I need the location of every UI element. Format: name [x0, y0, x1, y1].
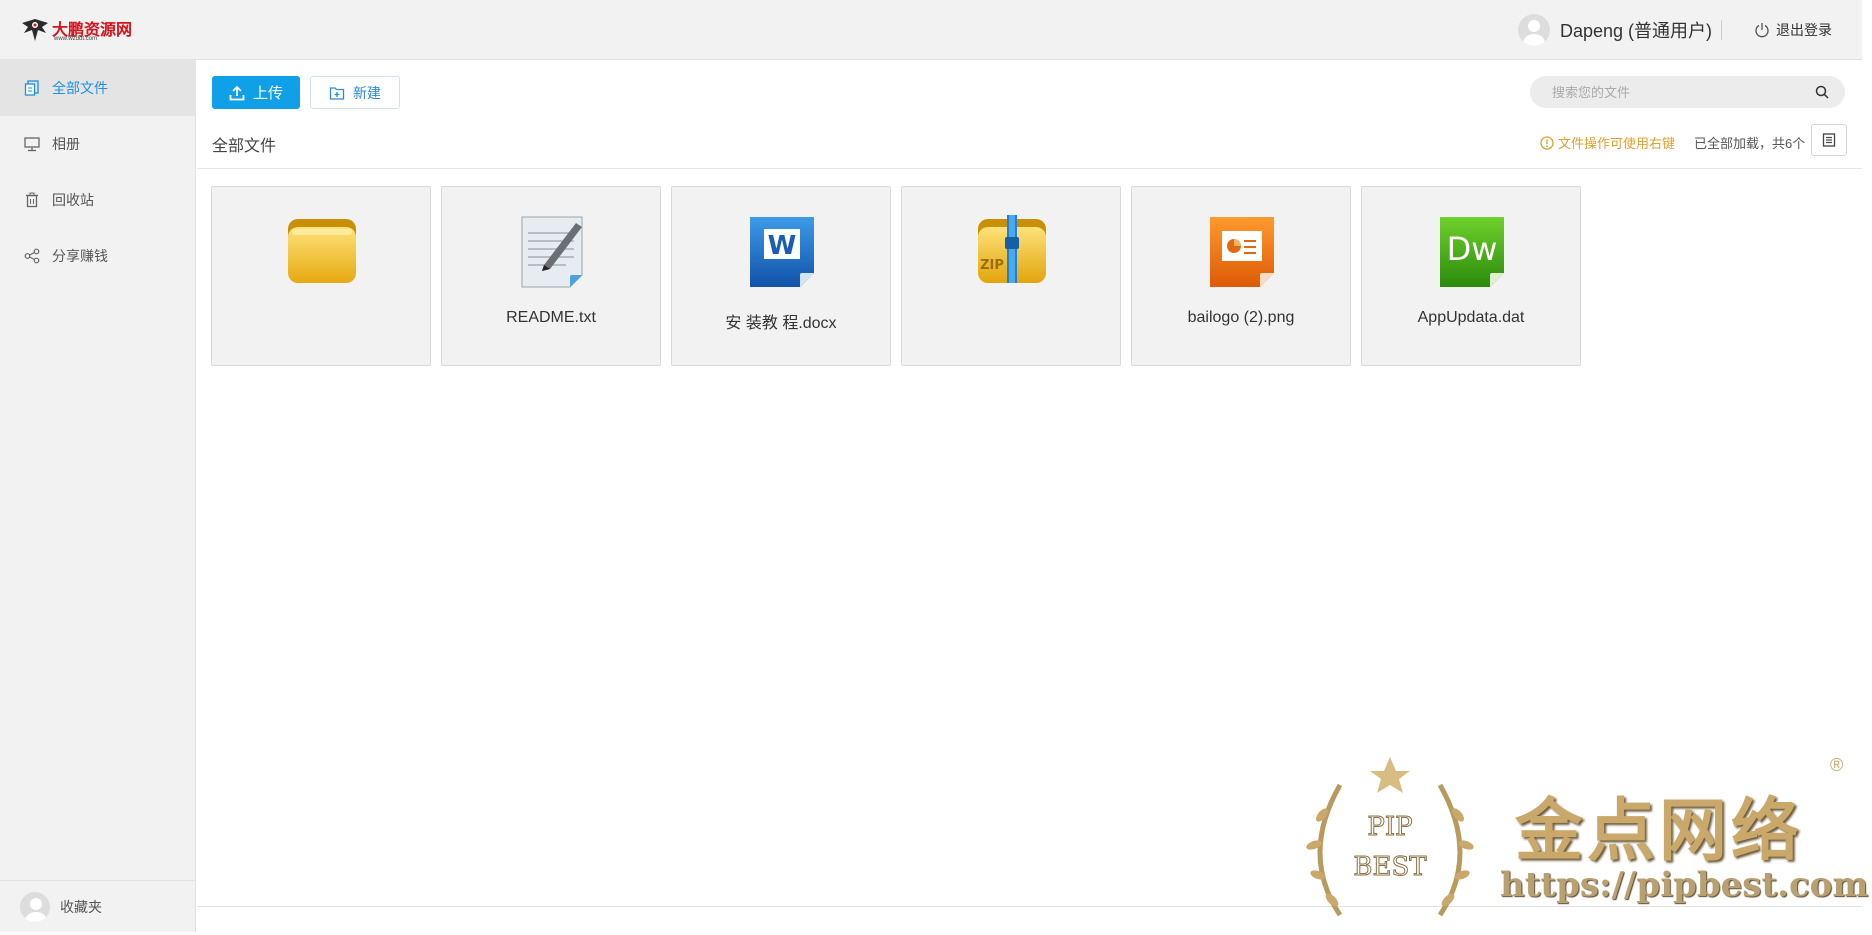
main-panel: 上传 新建 全部文件 文件操作可使用右键 已全部加载，共6个: [197, 60, 1862, 932]
upload-icon: [229, 85, 245, 100]
logout-button[interactable]: 退出登录: [1754, 20, 1832, 40]
file-card[interactable]: Dw AppUpdata.dat: [1361, 186, 1581, 366]
favorites-link[interactable]: 收藏夹: [0, 880, 195, 932]
upload-label: 上传: [252, 85, 283, 102]
share-icon: [24, 248, 40, 264]
divider: [197, 168, 1862, 169]
monitor-icon: [24, 136, 40, 152]
avatar: [20, 891, 50, 922]
upload-button[interactable]: 上传: [212, 76, 300, 109]
file-card[interactable]: ZIP: [901, 186, 1121, 366]
presentation-file-icon: [1210, 217, 1274, 287]
loaded-count: 已全部加载，共6个: [1694, 136, 1806, 151]
text-file-icon: [521, 216, 583, 288]
new-folder-icon: [329, 86, 345, 100]
file-grid: README.txt W 安 装教 程.docx ZIP bailogo (2)…: [211, 186, 1581, 366]
view-toggle-button[interactable]: [1811, 124, 1847, 156]
files-icon: [24, 80, 40, 96]
file-name: bailogo (2).png: [1187, 309, 1295, 326]
word-file-icon: W: [750, 217, 814, 287]
list-view-icon: [1822, 133, 1836, 147]
sidebar-item-all-files[interactable]: 全部文件: [0, 60, 195, 116]
logout-label: 退出登录: [1776, 22, 1832, 38]
file-name: AppUpdata.dat: [1417, 309, 1525, 326]
power-icon: [1755, 23, 1769, 38]
file-card[interactable]: W 安 装教 程.docx: [671, 186, 891, 366]
new-label: 新建: [353, 84, 381, 101]
tip-text: 文件操作可使用右键: [1540, 133, 1675, 152]
new-button[interactable]: 新建: [310, 76, 400, 109]
file-card[interactable]: README.txt: [441, 186, 661, 366]
search-input[interactable]: [1552, 84, 1815, 100]
sidebar-item-album[interactable]: 相册: [0, 116, 195, 172]
footer-divider: [197, 906, 1862, 907]
zip-archive-icon: ZIP: [978, 215, 1046, 283]
user-name: Dapeng (普通用户): [1559, 21, 1712, 41]
sidebar-item-share[interactable]: 分享赚钱: [0, 228, 195, 284]
sidebar-item-recycle-bin[interactable]: 回收站: [0, 172, 195, 228]
user-menu[interactable]: Dapeng (普通用户): [1517, 14, 1712, 46]
search-box: [1530, 76, 1845, 108]
file-card[interactable]: bailogo (2).png: [1131, 186, 1351, 366]
file-name: 安 装教 程.docx: [725, 315, 837, 332]
file-name: README.txt: [506, 309, 596, 326]
top-bar: 大鹏资源网 www.wzddt.com Dapeng (普通用户) 退出登录: [0, 0, 1862, 60]
header-divider: [1721, 20, 1722, 40]
dreamweaver-file-icon: Dw: [1440, 217, 1504, 287]
svg-text:W: W: [768, 231, 797, 261]
info-icon: [1540, 135, 1554, 150]
sidebar: 全部文件 相册 回收站 分享赚钱 收藏夹: [0, 60, 196, 932]
favorites-label: 收藏夹: [60, 898, 102, 915]
breadcrumb[interactable]: 全部文件: [212, 132, 276, 156]
folder-icon: [288, 219, 356, 283]
sidebar-item-label: 回收站: [52, 192, 94, 208]
logo-subtext: www.wzddt.com: [54, 36, 98, 42]
avatar: [1517, 14, 1550, 46]
eagle-logo-icon: [22, 19, 48, 41]
site-logo[interactable]: 大鹏资源网 www.wzddt.com: [20, 14, 138, 44]
search-icon[interactable]: [1815, 85, 1829, 99]
svg-text:ZIP: ZIP: [980, 258, 1004, 273]
tip-label: 文件操作可使用右键: [1558, 136, 1676, 151]
sidebar-item-label: 全部文件: [52, 80, 108, 96]
file-card[interactable]: [211, 186, 431, 366]
trash-icon: [24, 192, 40, 208]
svg-text:Dw: Dw: [1447, 230, 1498, 268]
sidebar-item-label: 相册: [52, 136, 80, 152]
sidebar-item-label: 分享赚钱: [52, 248, 108, 264]
